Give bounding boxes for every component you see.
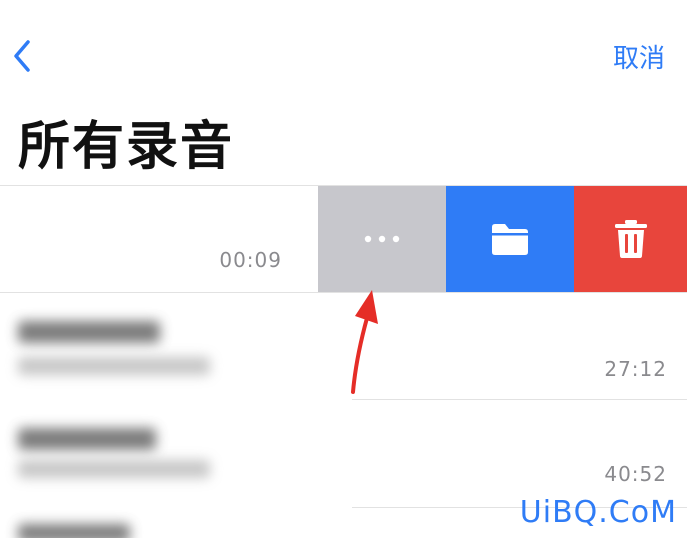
recording-duration: 40:52 — [604, 462, 667, 486]
recording-duration: 27:12 — [604, 357, 667, 381]
recording-row[interactable]: 40:52 — [0, 400, 687, 506]
recording-date-blurred — [18, 357, 210, 375]
delete-button[interactable] — [574, 186, 687, 292]
chevron-left-icon — [14, 40, 30, 72]
back-button[interactable] — [4, 34, 40, 78]
recording-date-blurred — [18, 460, 210, 478]
recording-row-swiped[interactable]: 00:09 — [0, 186, 687, 292]
trash-icon — [614, 220, 647, 258]
recording-title-blurred — [18, 428, 156, 450]
move-to-folder-button[interactable] — [446, 186, 574, 292]
recording-duration: 00:09 — [219, 248, 282, 272]
cancel-button[interactable]: 取消 — [613, 38, 665, 75]
ellipsis-icon — [364, 235, 400, 243]
folder-icon — [492, 224, 528, 255]
recording-title-blurred — [18, 321, 160, 343]
recording-row-content[interactable]: 00:09 — [0, 186, 318, 292]
page-title: 所有录音 — [18, 117, 235, 177]
recording-title-blurred — [18, 524, 130, 538]
watermark: UiBQ.CoM — [519, 495, 677, 530]
annotation-arrow-icon — [351, 290, 378, 394]
voice-memos-screen: 取消 所有录音 00:09 27:12 40:52 UiBQ.CoM — [0, 0, 687, 538]
more-actions-button[interactable] — [318, 186, 446, 292]
